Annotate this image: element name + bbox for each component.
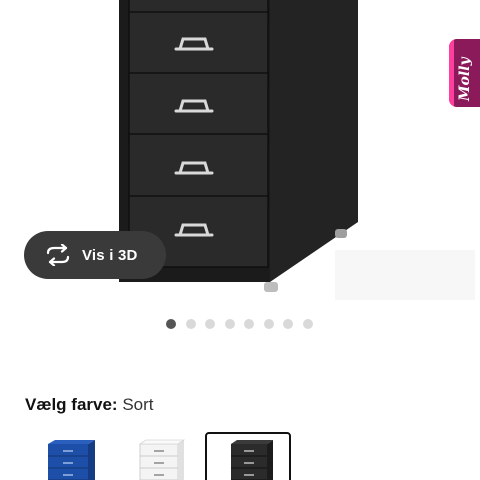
color-swatch-black[interactable] <box>205 432 291 480</box>
black-drawer-thumbnail <box>231 440 273 480</box>
pagination-dot[interactable] <box>244 319 254 329</box>
selected-color-value: Sort <box>122 395 154 414</box>
color-heading-label: Vælg farve: <box>25 395 118 414</box>
pagination-dot[interactable] <box>224 319 235 329</box>
pagination-dot[interactable] <box>283 319 293 329</box>
color-selector-heading: Vælg farve: Sort <box>25 395 154 415</box>
product-page: Molly Vis i 3D Vælg farve: Sort <box>0 0 480 480</box>
pagination-dot[interactable] <box>205 319 215 329</box>
molly-tab-accent <box>449 39 454 107</box>
pagination-dot[interactable] <box>302 319 313 329</box>
image-pagination <box>166 319 313 329</box>
view-in-3d-button[interactable]: Vis i 3D <box>24 231 166 279</box>
color-swatch-white[interactable] <box>120 432 206 480</box>
rotate-arrows-icon <box>46 244 70 266</box>
pagination-dot[interactable] <box>166 319 176 329</box>
molly-tab-label: Molly <box>457 57 473 101</box>
view-in-3d-label: Vis i 3D <box>82 246 138 264</box>
pagination-dot[interactable] <box>263 319 274 329</box>
blue-drawer-thumbnail <box>48 440 95 480</box>
pagination-dot[interactable] <box>185 319 196 329</box>
color-swatch-blue[interactable] <box>35 432 121 480</box>
molly-chat-tab[interactable]: Molly <box>449 39 480 107</box>
white-drawer-thumbnail <box>138 439 186 480</box>
